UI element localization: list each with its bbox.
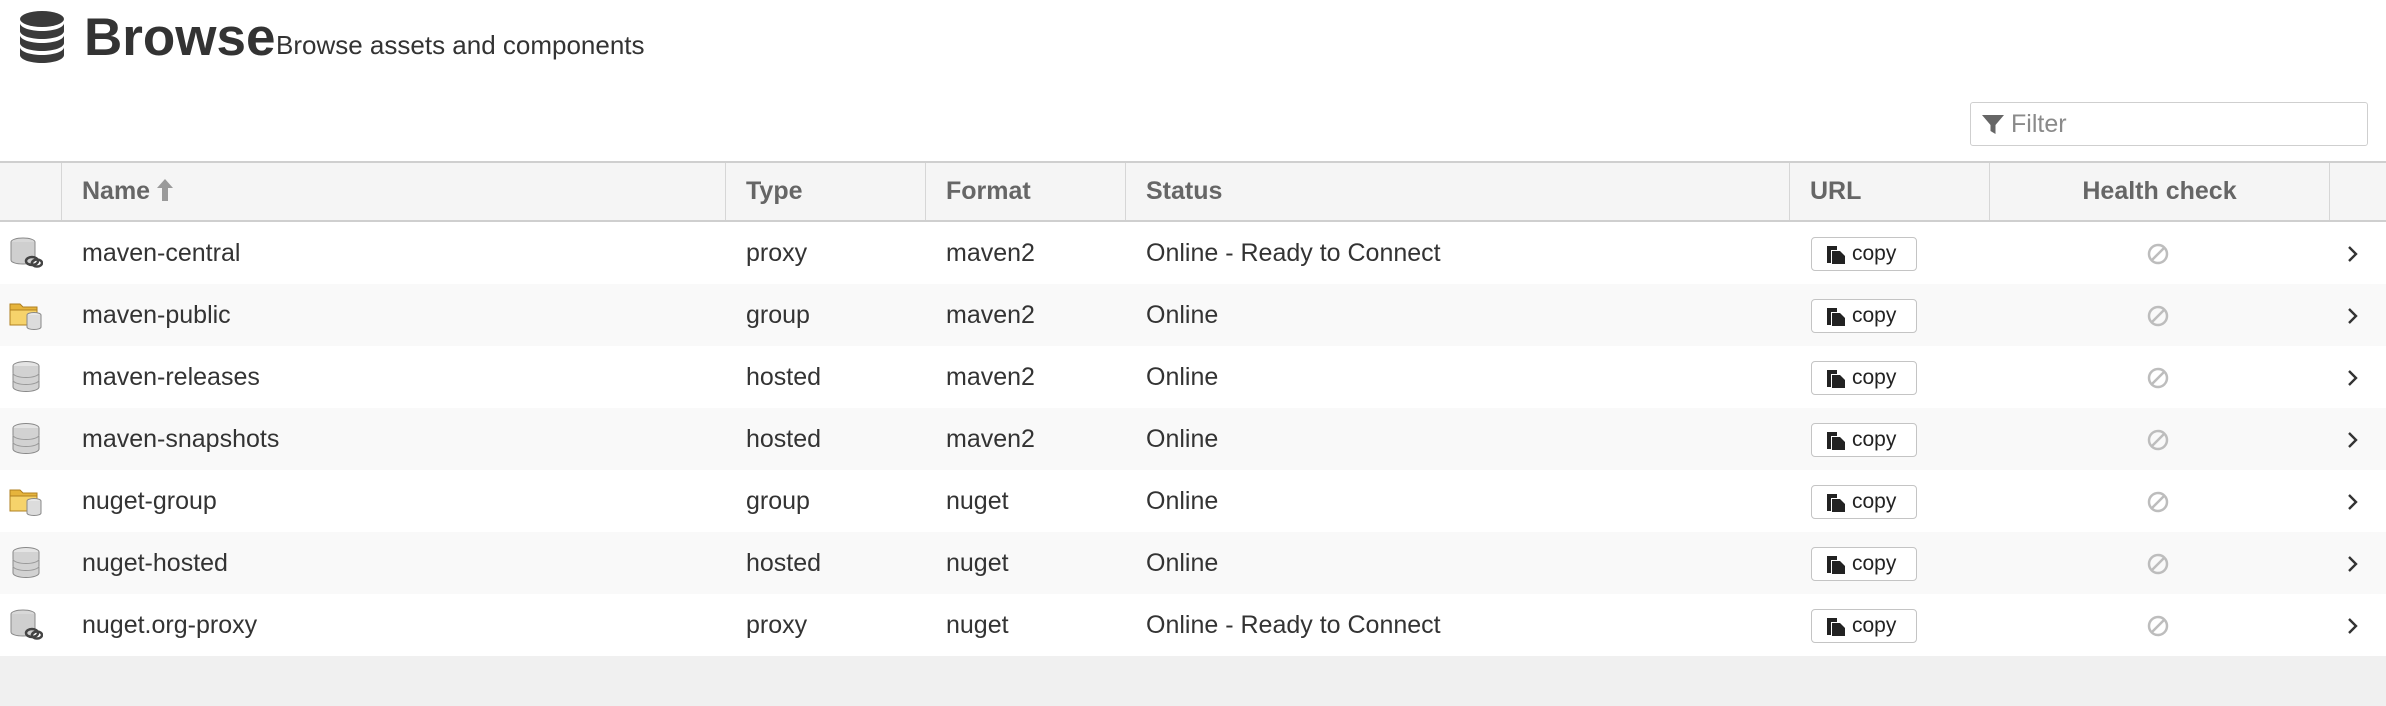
table-row[interactable]: nuget-hosted hosted nuget Online copy <box>0 532 2386 594</box>
column-header-status[interactable]: Status <box>1126 163 1790 220</box>
copy-url-button[interactable]: copy <box>1811 547 1917 581</box>
copy-url-button[interactable]: copy <box>1811 423 1917 457</box>
repo-type: group <box>746 487 810 515</box>
grid-header: Name Type Format Status URL Health check <box>0 161 2386 222</box>
repo-status: Online <box>1146 363 1219 391</box>
table-row[interactable]: maven-public group maven2 Online copy <box>0 284 2386 346</box>
disabled-circle-icon[interactable] <box>2147 553 2169 575</box>
table-row[interactable]: maven-releases hosted maven2 Online copy <box>0 346 2386 408</box>
copy-button-label: copy <box>1852 490 1897 513</box>
disabled-circle-icon[interactable] <box>2147 305 2169 327</box>
repo-type: group <box>746 301 810 329</box>
copy-icon <box>1827 556 1845 574</box>
database-icon <box>20 11 64 63</box>
chevron-right-icon[interactable] <box>2346 244 2360 264</box>
column-header-name[interactable]: Name <box>62 163 726 220</box>
copy-icon <box>1827 432 1845 450</box>
copy-button-label: copy <box>1852 552 1897 575</box>
repo-name: maven-central <box>82 239 241 267</box>
repo-name: nuget-hosted <box>82 549 228 577</box>
chevron-right-icon[interactable] <box>2346 430 2360 450</box>
filter-box[interactable] <box>1970 102 2368 146</box>
copy-button-label: copy <box>1852 242 1897 265</box>
repo-status: Online <box>1146 487 1219 515</box>
filter-icon <box>1982 115 2004 134</box>
repo-status: Online <box>1146 549 1219 577</box>
repo-format: maven2 <box>946 363 1035 391</box>
chevron-right-icon[interactable] <box>2346 492 2360 512</box>
repo-format: maven2 <box>946 425 1035 453</box>
disabled-circle-icon[interactable] <box>2147 491 2169 513</box>
repo-status: Online - Ready to Connect <box>1146 611 1441 639</box>
repo-status: Online <box>1146 425 1219 453</box>
repo-name: nuget.org-proxy <box>82 611 258 639</box>
copy-icon <box>1827 494 1845 512</box>
repo-format: maven2 <box>946 239 1035 267</box>
page-subtitle: Browse assets and components <box>276 30 645 60</box>
table-row[interactable]: nuget-group group nuget Online copy <box>0 470 2386 532</box>
repo-type: hosted <box>746 549 822 577</box>
copy-icon <box>1827 370 1845 388</box>
column-header-url[interactable]: URL <box>1790 163 1990 220</box>
column-header-type[interactable]: Type <box>726 163 926 220</box>
copy-button-label: copy <box>1852 366 1897 389</box>
copy-button-label: copy <box>1852 304 1897 327</box>
group-repo-icon <box>9 489 42 517</box>
column-header-name-label: Name <box>82 177 151 205</box>
hosted-repo-icon <box>12 547 40 579</box>
copy-url-button[interactable]: copy <box>1811 237 1917 271</box>
copy-url-button[interactable]: copy <box>1811 361 1917 395</box>
sort-up-arrow-icon <box>157 179 174 202</box>
repo-name: maven-public <box>82 301 231 329</box>
repo-format: nuget <box>946 487 1009 515</box>
copy-button-label: copy <box>1852 428 1897 451</box>
copy-url-button[interactable]: copy <box>1811 485 1917 519</box>
proxy-repo-icon <box>10 237 43 268</box>
chevron-right-icon[interactable] <box>2346 368 2360 388</box>
repository-grid: Name Type Format Status URL Health check… <box>0 161 2386 706</box>
repo-type: proxy <box>746 611 808 639</box>
repo-format: nuget <box>946 549 1009 577</box>
repo-type: hosted <box>746 363 822 391</box>
repo-status: Online <box>1146 301 1219 329</box>
copy-icon <box>1827 246 1845 264</box>
hosted-repo-icon <box>12 361 40 393</box>
copy-url-button[interactable]: copy <box>1811 299 1917 333</box>
repo-name: maven-snapshots <box>82 425 280 453</box>
repo-format: maven2 <box>946 301 1035 329</box>
disabled-circle-icon[interactable] <box>2147 367 2169 389</box>
page-header: Browse Browse assets and components <box>0 0 2386 80</box>
page-title: Browse <box>84 8 276 67</box>
column-header-format[interactable]: Format <box>926 163 1126 220</box>
chevron-right-icon[interactable] <box>2346 306 2360 326</box>
disabled-circle-icon[interactable] <box>2147 429 2169 451</box>
table-row[interactable]: maven-snapshots hosted maven2 Online cop… <box>0 408 2386 470</box>
disabled-circle-icon[interactable] <box>2147 615 2169 637</box>
repo-type: hosted <box>746 425 822 453</box>
table-row[interactable]: maven-central proxy maven2 Online - Read… <box>0 222 2386 284</box>
disabled-circle-icon[interactable] <box>2147 243 2169 265</box>
copy-url-button[interactable]: copy <box>1811 609 1917 643</box>
table-row[interactable]: nuget.org-proxy proxy nuget Online - Rea… <box>0 594 2386 656</box>
column-header-health-check[interactable]: Health check <box>1990 163 2330 220</box>
chevron-right-icon[interactable] <box>2346 554 2360 574</box>
repo-status: Online - Ready to Connect <box>1146 239 1441 267</box>
hosted-repo-icon <box>12 423 40 455</box>
copy-icon <box>1827 618 1845 636</box>
proxy-repo-icon <box>10 609 43 640</box>
repo-name: nuget-group <box>82 487 217 515</box>
column-header-actions <box>2330 163 2386 220</box>
copy-button-label: copy <box>1852 614 1897 637</box>
filter-input[interactable] <box>2011 105 2351 143</box>
chevron-right-icon[interactable] <box>2346 616 2360 636</box>
repo-format: nuget <box>946 611 1009 639</box>
column-header-icon <box>0 163 62 220</box>
repo-type: proxy <box>746 239 808 267</box>
group-repo-icon <box>9 303 42 331</box>
copy-icon <box>1827 308 1845 326</box>
repo-name: maven-releases <box>82 363 260 391</box>
